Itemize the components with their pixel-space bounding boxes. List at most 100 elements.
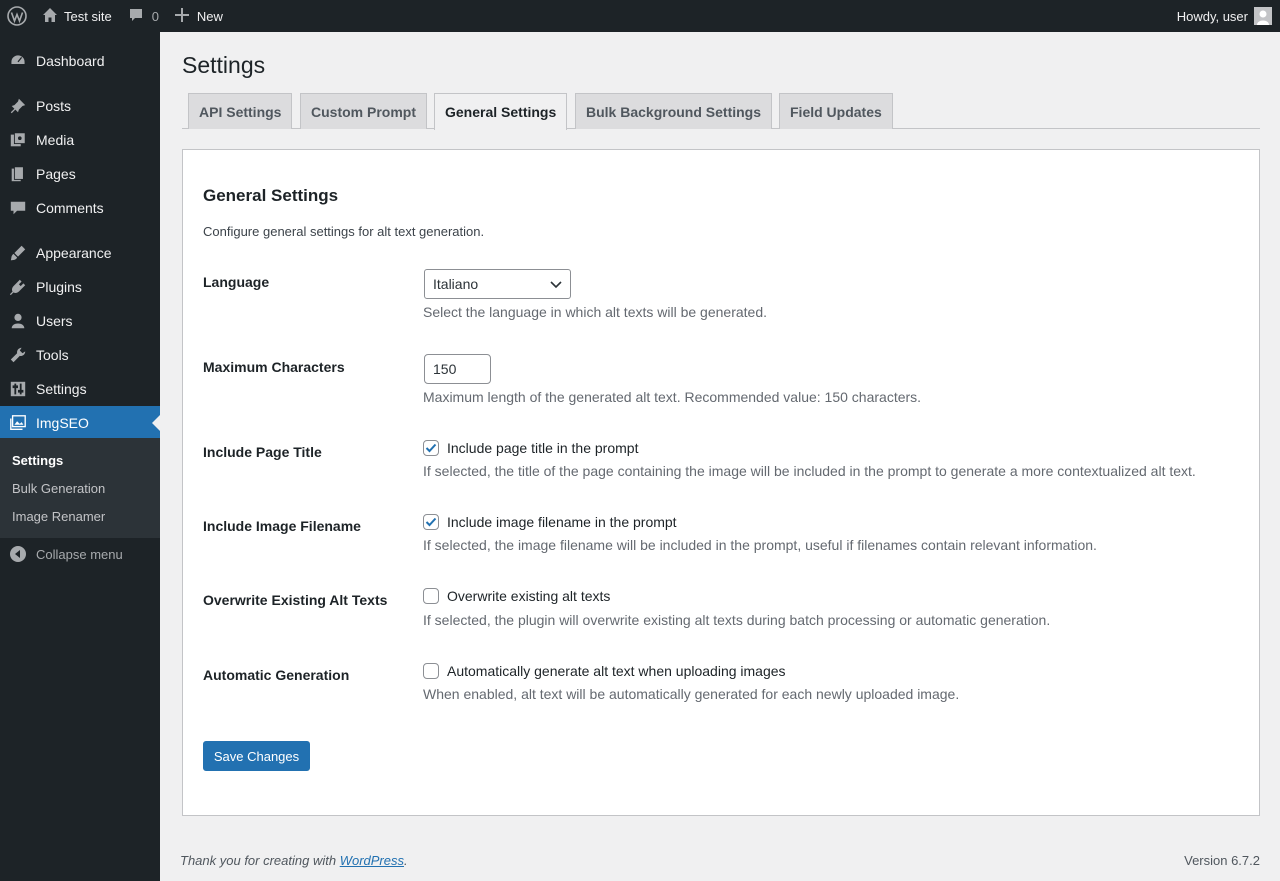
images-icon — [0, 414, 36, 432]
general-settings-panel: General Settings Configure general setti… — [182, 149, 1260, 816]
checkmark-icon — [425, 517, 437, 527]
sidebar-item-appearance[interactable]: Appearance — [0, 236, 160, 270]
auto-gen-description: When enabled, alt text will be automatic… — [423, 686, 960, 702]
plus-icon — [174, 7, 189, 25]
tab-general-settings[interactable]: General Settings — [434, 93, 568, 130]
submenu-item-bulk-generation[interactable]: Bulk Generation — [12, 481, 105, 496]
sidebar-item-label: Plugins — [36, 279, 82, 295]
sidebar-item-comments[interactable]: Comments — [0, 191, 160, 225]
tab-custom-prompt[interactable]: Custom Prompt — [300, 93, 427, 129]
admin-bar: Test site 0 New Howdy, user — [0, 0, 1280, 32]
tab-field-updates[interactable]: Field Updates — [779, 93, 893, 129]
pin-icon — [0, 97, 36, 115]
include-title-checkbox[interactable] — [423, 440, 439, 456]
wrench-icon — [0, 346, 36, 364]
sidebar-item-label: Posts — [36, 98, 72, 114]
checkmark-icon — [425, 443, 437, 453]
imgseo-submenu: Settings Bulk Generation Image Renamer — [0, 438, 160, 538]
user-icon — [0, 312, 36, 330]
collapse-arrow-icon — [0, 546, 36, 562]
admin-sidebar: Dashboard Posts Media Pages Comments App… — [0, 32, 160, 881]
sidebar-item-label: Comments — [36, 200, 104, 216]
dashboard-icon — [0, 52, 36, 70]
overwrite-option: Overwrite existing alt texts — [423, 588, 610, 604]
new-content-link[interactable]: New — [167, 0, 231, 32]
tab-api-settings[interactable]: API Settings — [188, 93, 293, 129]
max-chars-description: Maximum length of the generated alt text… — [423, 389, 922, 405]
include-filename-option: Include image filename in the prompt — [423, 514, 677, 530]
save-changes-button[interactable]: Save Changes — [203, 741, 310, 771]
sidebar-item-label: Appearance — [36, 245, 112, 261]
wordpress-logo-icon[interactable] — [0, 0, 36, 32]
include-filename-description: If selected, the image filename will be … — [423, 537, 1097, 553]
max-chars-label: Maximum Characters — [203, 359, 345, 375]
sidebar-item-posts[interactable]: Posts — [0, 89, 160, 123]
sidebar-item-imgseo[interactable]: ImgSEO — [0, 406, 160, 440]
include-title-option: Include page title in the prompt — [423, 440, 638, 456]
overwrite-description: If selected, the plugin will overwrite e… — [423, 612, 1051, 628]
sidebar-item-label: Media — [36, 132, 75, 148]
include-title-checkbox-label[interactable]: Include page title in the prompt — [447, 440, 638, 456]
sidebar-item-label: Dashboard — [36, 53, 105, 69]
include-filename-checkbox[interactable] — [423, 514, 439, 530]
footer-thanks-prefix: Thank you for creating with — [180, 853, 340, 868]
sidebar-item-settings[interactable]: Settings — [0, 372, 160, 406]
language-select[interactable]: Italiano — [424, 269, 571, 299]
sidebar-item-plugins[interactable]: Plugins — [0, 270, 160, 304]
language-label: Language — [203, 274, 270, 290]
max-chars-value: 150 — [433, 361, 457, 377]
sliders-icon — [0, 380, 36, 398]
settings-tabs: API Settings Custom Prompt General Setti… — [182, 93, 1260, 130]
max-chars-input[interactable]: 150 — [424, 354, 491, 384]
avatar — [1254, 7, 1272, 25]
sidebar-item-dashboard[interactable]: Dashboard — [0, 44, 160, 78]
submenu-item-image-renamer[interactable]: Image Renamer — [12, 509, 105, 524]
section-intro: Configure general settings for alt text … — [203, 224, 485, 239]
sidebar-item-label: Settings — [36, 381, 87, 397]
comment-icon — [128, 7, 144, 26]
sidebar-item-users[interactable]: Users — [0, 304, 160, 338]
collapse-menu-button[interactable]: Collapse menu — [0, 544, 160, 564]
sidebar-item-label: ImgSEO — [36, 415, 89, 431]
overwrite-label: Overwrite Existing Alt Texts — [203, 592, 388, 608]
wordpress-link[interactable]: WordPress — [340, 853, 404, 868]
collapse-label: Collapse menu — [36, 546, 123, 562]
include-filename-label: Include Image Filename — [203, 518, 361, 534]
footer-thanks-suffix: . — [404, 853, 408, 868]
auto-gen-checkbox[interactable] — [423, 663, 439, 679]
language-description: Select the language in which alt texts w… — [423, 304, 767, 320]
auto-gen-option: Automatically generate alt text when upl… — [423, 663, 786, 679]
tab-bulk-background-settings[interactable]: Bulk Background Settings — [575, 93, 773, 129]
chevron-down-icon — [550, 276, 562, 292]
sidebar-item-media[interactable]: Media — [0, 123, 160, 157]
site-name: Test site — [64, 8, 112, 24]
home-icon — [42, 7, 58, 26]
sidebar-item-pages[interactable]: Pages — [0, 157, 160, 191]
footer-version: Version 6.7.2 — [1184, 853, 1260, 868]
auto-gen-checkbox-label[interactable]: Automatically generate alt text when upl… — [447, 663, 786, 679]
include-filename-checkbox-label[interactable]: Include image filename in the prompt — [447, 514, 677, 530]
greeting: Howdy, user — [1176, 8, 1248, 24]
comments-link[interactable]: 0 — [120, 0, 167, 32]
overwrite-checkbox[interactable] — [423, 588, 439, 604]
section-heading: General Settings — [203, 186, 339, 205]
comment-icon — [0, 199, 36, 217]
my-account[interactable]: Howdy, user — [1177, 7, 1280, 25]
page-title: Settings — [182, 52, 266, 78]
main-content: Settings API Settings Custom Prompt Gene… — [160, 32, 1280, 881]
pages-icon — [0, 165, 36, 183]
plugin-icon — [0, 278, 36, 296]
media-icon — [0, 131, 36, 149]
submenu-item-settings[interactable]: Settings — [12, 453, 63, 468]
comments-count: 0 — [151, 8, 159, 24]
sidebar-item-label: Tools — [36, 347, 69, 363]
include-title-label: Include Page Title — [203, 444, 322, 460]
overwrite-checkbox-label[interactable]: Overwrite existing alt texts — [447, 588, 610, 604]
footer-thanks: Thank you for creating with WordPress. — [180, 853, 408, 868]
sidebar-item-tools[interactable]: Tools — [0, 338, 160, 372]
language-value: Italiano — [433, 276, 479, 292]
site-name-link[interactable]: Test site — [36, 0, 120, 32]
sidebar-item-label: Pages — [36, 166, 76, 182]
sidebar-item-label: Users — [36, 313, 73, 329]
include-title-description: If selected, the title of the page conta… — [423, 463, 1196, 479]
